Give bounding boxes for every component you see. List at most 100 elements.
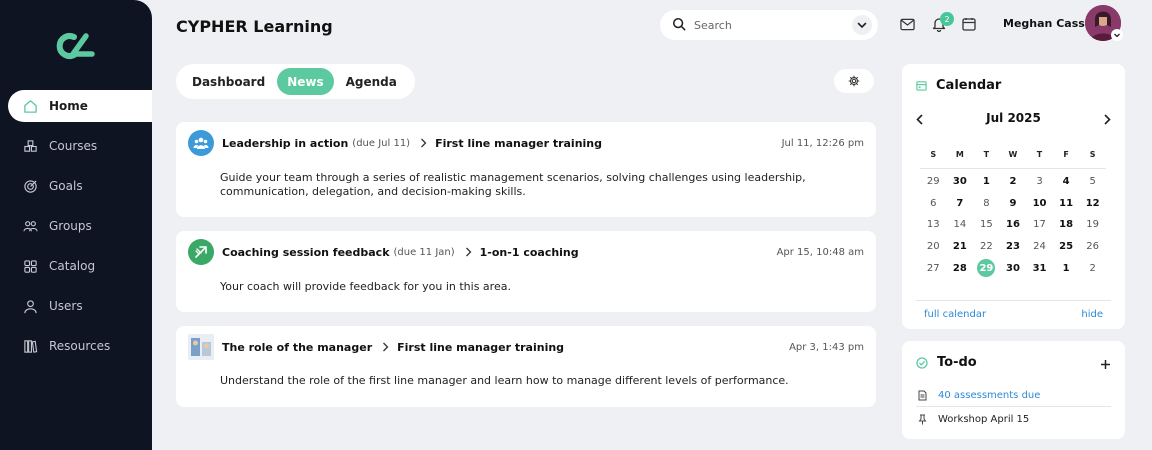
calendar-next-month-button[interactable] xyxy=(1101,113,1113,125)
calendar-day[interactable]: 19 xyxy=(1079,219,1106,230)
todo-item[interactable]: Workshop April 15 xyxy=(916,408,1111,430)
calendar-day[interactable]: 13 xyxy=(920,219,947,230)
sidebar-item-label: Catalog xyxy=(49,259,96,273)
calendar-day[interactable]: 24 xyxy=(1026,241,1053,252)
todo-item[interactable]: 40 assessments due xyxy=(916,385,1111,407)
chevron-down-icon xyxy=(857,22,867,29)
news-item[interactable]: Leadership in action (due Jul 11) First … xyxy=(176,122,876,217)
calendar-day[interactable]: 2 xyxy=(1079,263,1106,274)
news-item-date: Apr 15, 10:48 am xyxy=(776,246,864,258)
sidebar-item-label: Goals xyxy=(49,179,83,193)
calendar-day[interactable]: 22 xyxy=(973,241,1000,252)
sidebar-item-home[interactable]: Home xyxy=(8,90,152,122)
full-calendar-link[interactable]: full calendar xyxy=(916,309,994,320)
sidebar-item-users[interactable]: Users xyxy=(0,290,152,322)
settings-button[interactable] xyxy=(834,69,874,93)
pin-icon xyxy=(916,414,928,425)
calendar-day[interactable]: 25 xyxy=(1053,241,1080,252)
calendar-day-today[interactable]: 29 xyxy=(973,259,1000,278)
calendar-day[interactable]: 12 xyxy=(1079,198,1106,209)
calendar-day[interactable]: 5 xyxy=(1079,176,1106,187)
calendar-day[interactable]: 7 xyxy=(947,198,974,209)
calendar-day[interactable]: 1 xyxy=(973,176,1000,187)
news-item-title[interactable]: Leadership in action xyxy=(222,137,348,150)
calendar-day[interactable]: 8 xyxy=(973,198,1000,209)
hide-calendar-link[interactable]: hide xyxy=(1073,309,1111,320)
sidebar-item-groups[interactable]: Groups xyxy=(0,210,152,242)
news-item-header: The role of the manager First line manag… xyxy=(188,334,864,360)
search-bar[interactable] xyxy=(660,10,878,40)
courses-icon xyxy=(22,138,38,154)
calendar-day[interactable]: 6 xyxy=(920,198,947,209)
calendar-day[interactable]: 26 xyxy=(1079,241,1106,252)
todo-item-label[interactable]: 40 assessments due xyxy=(938,390,1040,401)
calendar-day[interactable]: 17 xyxy=(1026,219,1053,230)
goals-icon xyxy=(22,178,38,194)
user-menu-chevron-icon[interactable] xyxy=(1111,29,1123,41)
calendar-day[interactable]: 16 xyxy=(1000,219,1027,230)
calendar-icon[interactable] xyxy=(961,16,977,32)
add-todo-button[interactable] xyxy=(1099,358,1111,370)
calendar-day[interactable]: 10 xyxy=(1026,198,1053,209)
plus-icon xyxy=(1100,359,1110,369)
search-icon xyxy=(672,16,686,35)
team-icon xyxy=(188,130,214,156)
news-item-date: Apr 3, 1:43 pm xyxy=(789,341,864,353)
calendar-day[interactable]: 27 xyxy=(920,263,947,274)
calendar-day[interactable]: 4 xyxy=(1053,176,1080,187)
chevron-right-icon xyxy=(1104,113,1111,125)
calendar-day[interactable]: 18 xyxy=(1053,219,1080,230)
calendar-day[interactable]: 30 xyxy=(947,176,974,187)
calendar-day[interactable]: 28 xyxy=(947,263,974,274)
cypher-logo[interactable] xyxy=(56,32,96,60)
calendar-day[interactable]: 21 xyxy=(947,241,974,252)
news-item-due: (due Jul 11) xyxy=(352,137,411,149)
todo-panel-title: To-do xyxy=(916,355,977,370)
calendar-day[interactable]: 3 xyxy=(1026,176,1053,187)
sidebar-item-resources[interactable]: Resources xyxy=(0,330,152,362)
calendar-day[interactable]: 30 xyxy=(1000,263,1027,274)
tab-dashboard[interactable]: Dashboard xyxy=(182,68,275,95)
calendar-week-row: 20 21 22 23 24 25 26 xyxy=(920,236,1106,258)
search-input[interactable] xyxy=(694,18,844,32)
calendar-day[interactable]: 31 xyxy=(1026,263,1053,274)
mail-icon[interactable] xyxy=(899,16,915,32)
dashboard-tabs: Dashboard News Agenda xyxy=(176,64,415,99)
tab-news[interactable]: News xyxy=(277,68,334,95)
news-item[interactable]: Coaching session feedback (due 11 Jan) 1… xyxy=(176,231,876,312)
sidebar-item-label: Resources xyxy=(49,339,111,353)
today-highlight: 29 xyxy=(977,259,996,278)
sidebar-item-courses[interactable]: Courses xyxy=(0,130,152,162)
calendar-day[interactable]: 15 xyxy=(973,219,1000,230)
news-item-body: Your coach will provide feedback for you… xyxy=(220,280,511,293)
news-item-body: Understand the role of the first line ma… xyxy=(220,374,789,387)
calendar-day[interactable]: 11 xyxy=(1053,198,1080,209)
sidebar-item-label: Courses xyxy=(49,139,98,153)
search-scope-dropdown[interactable] xyxy=(852,15,872,35)
calendar-day[interactable]: 23 xyxy=(1000,241,1027,252)
groups-icon xyxy=(22,218,38,234)
calendar-day[interactable]: 1 xyxy=(1053,263,1080,274)
users-icon xyxy=(22,298,38,314)
sidebar-item-catalog[interactable]: Catalog xyxy=(0,250,152,282)
check-circle-icon xyxy=(916,356,928,369)
calendar-weekday: W xyxy=(1008,150,1018,159)
news-item-course-link[interactable]: First line manager training xyxy=(435,137,602,150)
calendar-day[interactable]: 2 xyxy=(1000,176,1027,187)
user-name[interactable]: Meghan Cass xyxy=(1003,17,1085,30)
news-item-header: Coaching session feedback (due 11 Jan) 1… xyxy=(188,239,864,265)
notification-badge: 2 xyxy=(940,12,954,26)
news-item-title[interactable]: Coaching session feedback xyxy=(222,246,390,259)
news-item-title[interactable]: The role of the manager xyxy=(222,341,372,354)
tab-agenda[interactable]: Agenda xyxy=(336,68,407,95)
calendar-day[interactable]: 29 xyxy=(920,176,947,187)
news-item-header: Leadership in action (due Jul 11) First … xyxy=(188,130,864,156)
calendar-day[interactable]: 9 xyxy=(1000,198,1027,209)
calendar-day[interactable]: 20 xyxy=(920,241,947,252)
course-thumbnail-icon xyxy=(188,334,214,360)
news-item-course-link[interactable]: 1-on-1 coaching xyxy=(480,246,579,259)
news-item-course-link[interactable]: First line manager training xyxy=(397,341,564,354)
sidebar-item-goals[interactable]: Goals xyxy=(0,170,152,202)
calendar-day[interactable]: 14 xyxy=(947,219,974,230)
news-item[interactable]: The role of the manager First line manag… xyxy=(176,326,876,407)
